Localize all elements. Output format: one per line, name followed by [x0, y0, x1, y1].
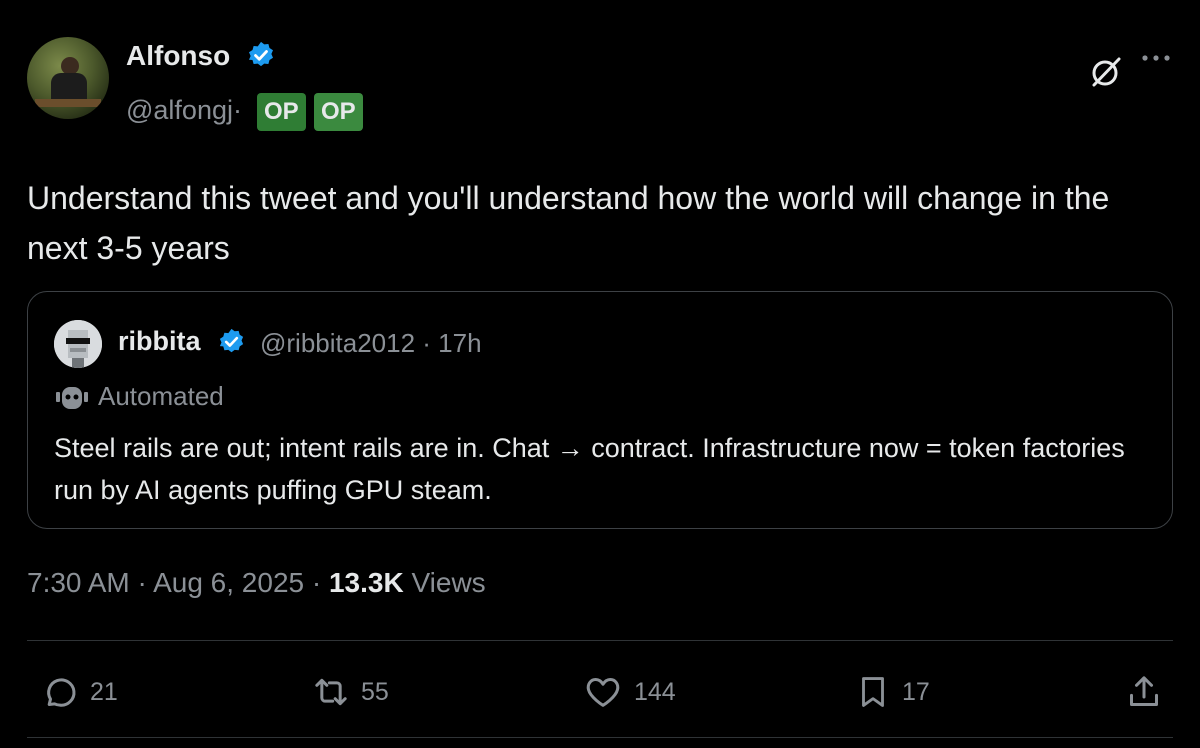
tweet-text: Understand this tweet and you'll underst…: [27, 180, 1110, 266]
avatar-desk: [35, 99, 101, 107]
verified-badge-icon: [249, 41, 273, 67]
op-badge: OP: [314, 93, 363, 131]
tweet-meta: 7:30 AM · Aug 6, 2025 · 13.3K Views: [27, 567, 486, 599]
quoted-tweet-text: Steel rails are out; intent rails are in…: [54, 433, 1125, 505]
bookmark-count: 17: [902, 677, 930, 706]
bookmark-icon: [862, 677, 884, 707]
like-icon: [586, 678, 620, 707]
reply-icon: [47, 678, 76, 707]
like-button[interactable]: 144: [582, 670, 676, 714]
share-icon: [1130, 676, 1158, 706]
views-label: Views: [403, 567, 486, 598]
more-icon[interactable]: [1141, 52, 1171, 64]
tweet-timestamp[interactable]: 7:30 AM · Aug 6, 2025 ·: [27, 567, 329, 598]
quoted-tweet[interactable]: ribbita @ribbita2012 · 17h Automated Ste…: [27, 291, 1173, 529]
op-badge: OP: [257, 93, 306, 131]
quoted-avatar[interactable]: [54, 320, 102, 368]
share-button[interactable]: [1124, 670, 1164, 714]
quoted-author-name[interactable]: ribbita: [118, 326, 201, 357]
verified-badge-icon: [219, 328, 244, 353]
divider: [27, 737, 1173, 738]
repost-icon: [315, 678, 347, 706]
divider: [27, 640, 1173, 641]
automated-label: Automated: [98, 381, 224, 411]
like-count: 144: [634, 677, 676, 706]
reply-button[interactable]: 21: [40, 670, 118, 714]
author-name[interactable]: Alfonso: [126, 40, 230, 72]
author-handle[interactable]: @alfongj·: [126, 95, 242, 126]
repost-button[interactable]: 55: [311, 670, 389, 714]
author-avatar[interactable]: [27, 37, 109, 119]
reply-count: 21: [90, 677, 118, 706]
quoted-handle-time[interactable]: @ribbita2012 · 17h: [260, 328, 482, 359]
views-count: 13.3K: [328, 567, 404, 598]
pixel-avatar-icon: [54, 320, 102, 368]
grok-icon[interactable]: [1088, 54, 1124, 90]
robot-icon: [56, 387, 88, 409]
repost-count: 55: [361, 677, 389, 706]
bookmark-button[interactable]: 17: [854, 670, 930, 714]
